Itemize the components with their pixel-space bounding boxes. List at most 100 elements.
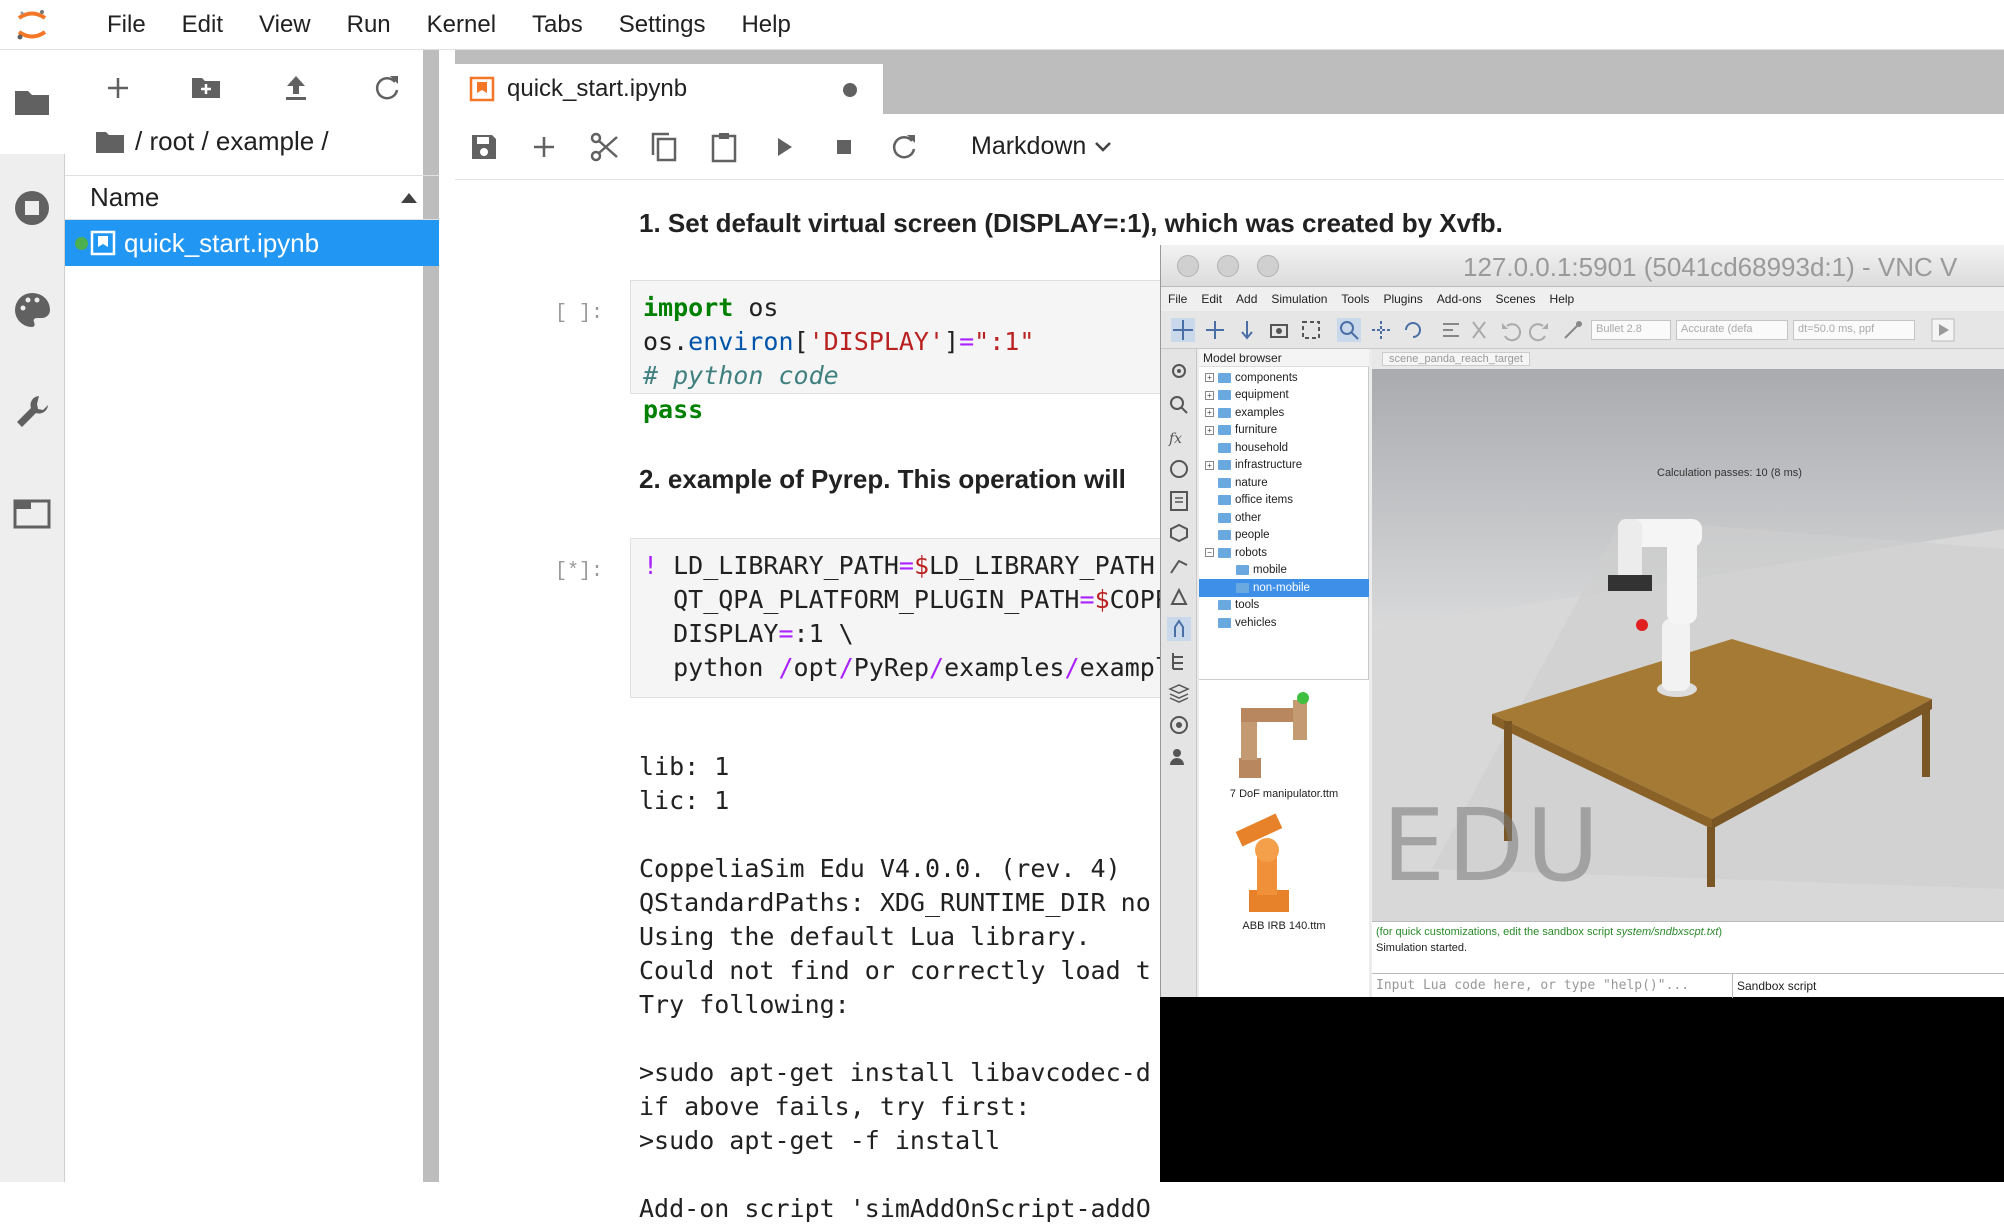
tree-item[interactable]: vehicles	[1199, 614, 1369, 632]
tree-item[interactable]: office items	[1199, 492, 1369, 510]
video-recorder-icon[interactable]	[1167, 713, 1191, 737]
tree-item[interactable]: + examples	[1199, 404, 1369, 422]
camera-shift-icon[interactable]	[1235, 318, 1259, 342]
dynamics-toggle-icon[interactable]	[1561, 318, 1585, 342]
object-shift-icon[interactable]	[1369, 318, 1393, 342]
refresh-icon[interactable]	[368, 70, 404, 106]
menu-view[interactable]: View	[241, 11, 329, 39]
cs-menu-scenes[interactable]: Scenes	[1496, 292, 1536, 306]
user-settings-icon[interactable]	[1167, 745, 1191, 769]
sandbox-script-selector[interactable]: Sandbox script	[1732, 973, 1816, 998]
menu-run[interactable]: Run	[329, 11, 409, 39]
name-column-header[interactable]: Name	[90, 182, 159, 213]
cut-icon[interactable]	[587, 130, 621, 164]
3d-scene-view[interactable]: Calculation passes: 10 (8 ms) EDU	[1372, 369, 2004, 921]
scene-viewport[interactable]: scene_panda_reach_target Calculation pas…	[1372, 349, 2004, 921]
layers-icon[interactable]	[1167, 681, 1191, 705]
scene-tab[interactable]: scene_panda_reach_target	[1382, 352, 1530, 366]
cs-menu-edit[interactable]: Edit	[1201, 292, 1222, 306]
menu-settings[interactable]: Settings	[601, 11, 724, 39]
paste-icon[interactable]	[707, 130, 741, 164]
menu-help[interactable]: Help	[723, 11, 808, 39]
markdown-cell-1[interactable]: 1. Set default virtual screen (DISPLAY=:…	[639, 208, 1503, 239]
new-launcher-icon[interactable]	[100, 70, 136, 106]
menu-tabs[interactable]: Tabs	[514, 11, 601, 39]
cs-menu-add[interactable]: Add	[1236, 292, 1257, 306]
folder-icon[interactable]	[95, 129, 125, 155]
tree-item[interactable]: − robots	[1199, 544, 1369, 562]
timestep-dropdown[interactable]: dt=50.0 ms, ppf	[1793, 320, 1915, 340]
cell-type-dropdown[interactable]: Markdown	[971, 132, 1112, 161]
tree-item[interactable]: other	[1199, 509, 1369, 527]
tree-item[interactable]: tools	[1199, 597, 1369, 615]
unsaved-dot-icon[interactable]	[843, 83, 857, 97]
cs-menu-file[interactable]: File	[1168, 292, 1187, 306]
tree-item[interactable]: + infrastructure	[1199, 457, 1369, 475]
accuracy-dropdown[interactable]: Accurate (defa	[1676, 320, 1788, 340]
camera-pan-icon[interactable]	[1171, 318, 1195, 342]
model-browser-toggle-icon[interactable]	[1167, 617, 1191, 641]
file-row[interactable]: quick_start.ipynb	[65, 220, 439, 266]
zoom-window-button[interactable]	[1257, 255, 1279, 277]
camera-opening-icon[interactable]	[1267, 318, 1291, 342]
cs-menu-tools[interactable]: Tools	[1341, 292, 1369, 306]
restart-kernel-icon[interactable]	[887, 130, 921, 164]
path-edit-icon[interactable]	[1167, 553, 1191, 577]
stop-icon[interactable]	[827, 130, 861, 164]
breadcrumb-path[interactable]: / root / example /	[135, 126, 329, 157]
tree-item[interactable]: people	[1199, 527, 1369, 545]
tree-item[interactable]: + components	[1199, 369, 1369, 387]
cs-menu-help[interactable]: Help	[1550, 292, 1575, 306]
fit-to-view-icon[interactable]	[1299, 318, 1323, 342]
cs-menu-plugins[interactable]: Plugins	[1383, 292, 1422, 306]
lua-input[interactable]: Input Lua code here, or type "help()"...	[1372, 978, 1732, 993]
menu-kernel[interactable]: Kernel	[409, 11, 514, 39]
object-rotate-icon[interactable]	[1401, 318, 1425, 342]
file-list-header[interactable]: Name	[65, 175, 439, 220]
physics-engine-dropdown[interactable]: Bullet 2.8	[1591, 320, 1671, 340]
undo-icon[interactable]	[1499, 318, 1523, 342]
start-simulation-icon[interactable]	[1931, 318, 1955, 342]
assemble-icon[interactable]	[1439, 318, 1463, 342]
markdown-cell-2[interactable]: 2. example of Pyrep. This operation will	[639, 464, 1126, 495]
tabs-icon[interactable]	[12, 494, 52, 534]
tree-expander-icon[interactable]: +	[1205, 373, 1214, 383]
scene-properties-icon[interactable]	[1167, 359, 1191, 383]
insert-cell-icon[interactable]	[527, 130, 561, 164]
tree-expander-icon[interactable]: −	[1205, 548, 1214, 558]
tree-item[interactable]: mobile	[1199, 562, 1369, 580]
tree-expander-icon[interactable]: +	[1205, 425, 1214, 435]
transfer-dna-icon[interactable]	[1467, 318, 1491, 342]
selection-icon[interactable]	[1167, 585, 1191, 609]
tree-item[interactable]: + equipment	[1199, 387, 1369, 405]
tree-item[interactable]: + furniture	[1199, 422, 1369, 440]
manipulator-7dof-thumbnail[interactable]	[1219, 690, 1319, 780]
redo-icon[interactable]	[1527, 318, 1551, 342]
click-select-icon[interactable]	[1337, 318, 1361, 342]
tree-item[interactable]: nature	[1199, 474, 1369, 492]
minimize-window-button[interactable]	[1217, 255, 1239, 277]
wrench-icon[interactable]	[12, 392, 52, 432]
abb-irb140-thumbnail[interactable]	[1219, 810, 1319, 915]
menu-file[interactable]: File	[89, 11, 164, 39]
cs-menu-addons[interactable]: Add-ons	[1437, 292, 1482, 306]
run-icon[interactable]	[767, 130, 801, 164]
tree-expander-icon[interactable]: +	[1205, 408, 1214, 418]
upload-icon[interactable]	[278, 70, 314, 106]
new-folder-icon[interactable]	[188, 70, 224, 106]
magnifier-icon[interactable]	[1167, 393, 1191, 417]
running-kernels-icon[interactable]	[12, 188, 52, 228]
cs-menu-simulation[interactable]: Simulation	[1271, 292, 1327, 306]
scene-hierarchy-icon[interactable]	[1167, 649, 1191, 673]
copy-icon[interactable]	[647, 130, 681, 164]
tree-expander-icon[interactable]: +	[1205, 460, 1214, 470]
tree-item[interactable]: non-mobile	[1199, 579, 1369, 597]
sort-ascending-icon[interactable]	[401, 192, 417, 203]
tree-expander-icon[interactable]: +	[1205, 390, 1214, 400]
tab-quick-start[interactable]: quick_start.ipynb	[455, 64, 883, 114]
tree-item[interactable]: household	[1199, 439, 1369, 457]
folder-icon[interactable]	[12, 82, 52, 122]
scripts-icon[interactable]	[1167, 489, 1191, 513]
calculation-modules-icon[interactable]: fx	[1167, 425, 1191, 449]
collections-icon[interactable]	[1167, 457, 1191, 481]
